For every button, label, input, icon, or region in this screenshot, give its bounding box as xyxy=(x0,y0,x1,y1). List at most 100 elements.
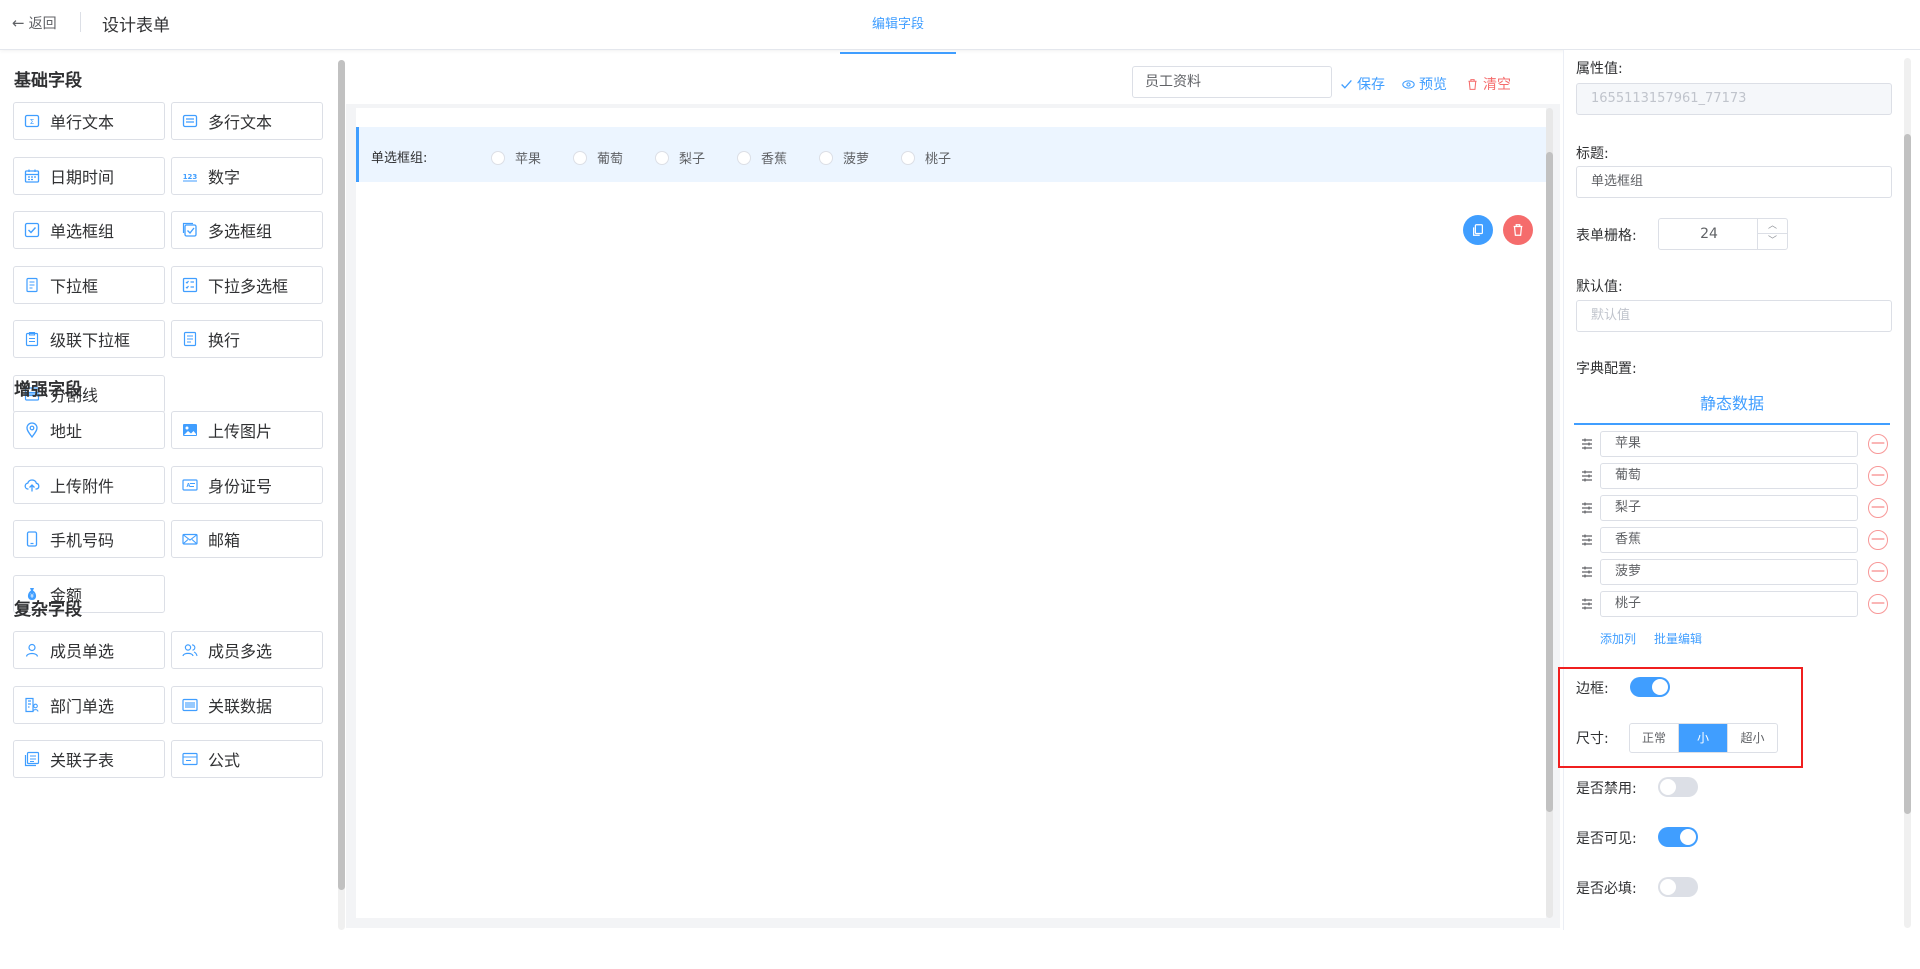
field-type-button[interactable]: 单选框组 xyxy=(13,211,165,249)
mail-icon xyxy=(182,531,198,547)
chevron-up-icon[interactable]: ︿ xyxy=(1758,219,1787,234)
field-type-button[interactable]: 多选框组 xyxy=(171,211,323,249)
grid-stepper[interactable]: 24 ︿ ﹀ xyxy=(1658,218,1788,250)
radio-circle[interactable] xyxy=(491,150,505,165)
attr-value-input[interactable]: 1655113157961_77173 xyxy=(1576,83,1892,115)
field-type-button[interactable]: Σ 单行文本 xyxy=(13,102,165,140)
field-type-button[interactable]: A 身份证号 xyxy=(171,465,323,504)
left-scrollbar-thumb[interactable] xyxy=(338,60,345,890)
field-type-button[interactable]: 多行文本 xyxy=(171,102,323,140)
remove-option-button[interactable]: — xyxy=(1868,498,1888,518)
design-area: 员工资料 保存 预览 清空 单选框组: 苹果 葡萄 梨子 香蕉 菠萝 桃子 xyxy=(346,58,1560,928)
field-type-button[interactable]: 公式 xyxy=(171,740,323,778)
field-type-button[interactable]: 上传附件 xyxy=(13,465,165,504)
left-scrollbar[interactable] xyxy=(338,60,345,930)
field-type-button[interactable]: 下拉多选框 xyxy=(171,265,323,304)
dict-option-input[interactable]: 葡萄 xyxy=(1600,463,1858,489)
remove-option-button[interactable]: — xyxy=(1868,466,1888,486)
field-type-button[interactable]: 成员单选 xyxy=(13,631,165,669)
field-type-button[interactable]: 123 数字 xyxy=(171,156,323,195)
field-type-label: 邮箱 xyxy=(208,531,241,550)
field-type-label: 多行文本 xyxy=(208,113,273,132)
remove-option-button[interactable]: — xyxy=(1868,594,1888,614)
field-type-button[interactable]: 地址 xyxy=(13,411,165,449)
dict-option-input[interactable]: 香蕉 xyxy=(1600,527,1858,553)
required-switch[interactable] xyxy=(1658,877,1698,897)
radio-circle[interactable] xyxy=(737,150,751,165)
save-label: 保存 xyxy=(1357,77,1385,93)
form-name-input[interactable]: 员工资料 xyxy=(1132,66,1332,98)
batch-edit-link[interactable]: 批量编辑 xyxy=(1654,630,1702,647)
delete-field-button[interactable] xyxy=(1503,215,1533,245)
field-type-button[interactable]: 下拉框 xyxy=(13,265,165,304)
dict-option-input[interactable]: 苹果 xyxy=(1600,431,1858,457)
clear-button[interactable]: 清空 xyxy=(1466,74,1511,94)
remove-option-button[interactable]: — xyxy=(1868,434,1888,454)
visible-switch[interactable] xyxy=(1658,827,1698,847)
disabled-switch[interactable] xyxy=(1658,777,1698,797)
drag-handle-icon[interactable] xyxy=(1580,564,1594,578)
copy-field-button[interactable] xyxy=(1463,215,1493,245)
drag-handle-icon[interactable] xyxy=(1580,468,1594,482)
field-type-button[interactable]: 手机号码 xyxy=(13,520,165,558)
title-input[interactable]: 单选框组 xyxy=(1576,166,1892,198)
remove-option-button[interactable]: — xyxy=(1868,530,1888,550)
field-palette: 基础字段 Σ 单行文本 多行文本 日期时间 123 数字 单选框组 多选框组 下拉框 下拉多选框 级联… xyxy=(0,58,340,928)
field-type-label: 级联下拉框 xyxy=(50,331,131,350)
dict-option-row: 苹果 — xyxy=(1574,431,1894,457)
default-input[interactable]: 默认值 xyxy=(1576,300,1892,332)
dict-option-row: 葡萄 — xyxy=(1574,463,1894,489)
right-scrollbar[interactable] xyxy=(1904,58,1911,928)
dict-option-input[interactable]: 桃子 xyxy=(1600,591,1858,617)
back-button[interactable]: ← 返回 xyxy=(12,13,57,33)
form-canvas[interactable]: 单选框组: 苹果 葡萄 梨子 香蕉 菠萝 桃子 xyxy=(356,108,1546,918)
user-icon xyxy=(24,642,40,658)
field-type-button[interactable]: 部门单选 xyxy=(13,685,165,724)
drag-handle-icon[interactable] xyxy=(1580,436,1594,450)
field-type-label: 手机号码 xyxy=(50,531,115,550)
field-type-button[interactable]: 关联数据 xyxy=(171,685,323,724)
field-type-label: 上传图片 xyxy=(208,422,273,441)
tab-edit-fields[interactable]: 编辑字段 xyxy=(840,0,956,54)
field-type-button[interactable]: 上传图片 xyxy=(171,411,323,449)
radio-label: 苹果 xyxy=(515,152,542,167)
field-type-button[interactable]: 换行 xyxy=(171,320,323,358)
right-scrollbar-thumb[interactable] xyxy=(1904,134,1911,814)
radio-circle[interactable] xyxy=(901,150,915,165)
field-type-label: 关联数据 xyxy=(208,696,273,716)
field-type-button[interactable]: 成员多选 xyxy=(171,631,323,669)
field-type-button[interactable]: 日期时间 xyxy=(13,156,165,195)
dict-option-input[interactable]: 梨子 xyxy=(1600,495,1858,521)
preview-button[interactable]: 预览 xyxy=(1402,74,1447,94)
radio-group-field[interactable]: 单选框组: 苹果 葡萄 梨子 香蕉 菠萝 桃子 xyxy=(356,127,1546,182)
chevron-down-icon[interactable]: ﹀ xyxy=(1758,234,1787,249)
radio-option[interactable]: 梨子 xyxy=(655,148,705,167)
field-type-label: 关联子表 xyxy=(50,751,115,770)
cascader-icon xyxy=(24,331,40,347)
tab-static-data[interactable]: 静态数据 xyxy=(1574,387,1890,425)
radio-option[interactable]: 苹果 xyxy=(491,148,541,167)
dict-option-input[interactable]: 菠萝 xyxy=(1600,559,1858,585)
drag-handle-icon[interactable] xyxy=(1580,500,1594,514)
radio-circle[interactable] xyxy=(573,150,587,165)
drag-handle-icon[interactable] xyxy=(1580,596,1594,610)
radio-circle[interactable] xyxy=(819,150,833,165)
canvas-scrollbar[interactable] xyxy=(1546,108,1553,918)
field-type-label: 单选框组 xyxy=(50,222,115,241)
radio-circle[interactable] xyxy=(655,150,669,165)
radio-option[interactable]: 菠萝 xyxy=(819,148,869,167)
drag-handle-icon[interactable] xyxy=(1580,532,1594,546)
field-type-button[interactable]: 关联子表 xyxy=(13,740,165,778)
eye-icon xyxy=(1402,79,1415,89)
radio-option[interactable]: 桃子 xyxy=(901,148,951,167)
radio-option[interactable]: 葡萄 xyxy=(573,148,623,167)
canvas-scrollbar-thumb[interactable] xyxy=(1546,152,1553,812)
field-type-label: 身份证号 xyxy=(208,476,273,496)
copy-icon xyxy=(1473,224,1483,236)
save-button[interactable]: 保存 xyxy=(1340,74,1385,94)
field-type-button[interactable]: 级联下拉框 xyxy=(13,320,165,358)
field-type-button[interactable]: 邮箱 xyxy=(171,520,323,558)
remove-option-button[interactable]: — xyxy=(1868,562,1888,582)
add-column-link[interactable]: 添加列 xyxy=(1600,630,1636,647)
radio-option[interactable]: 香蕉 xyxy=(737,148,787,167)
